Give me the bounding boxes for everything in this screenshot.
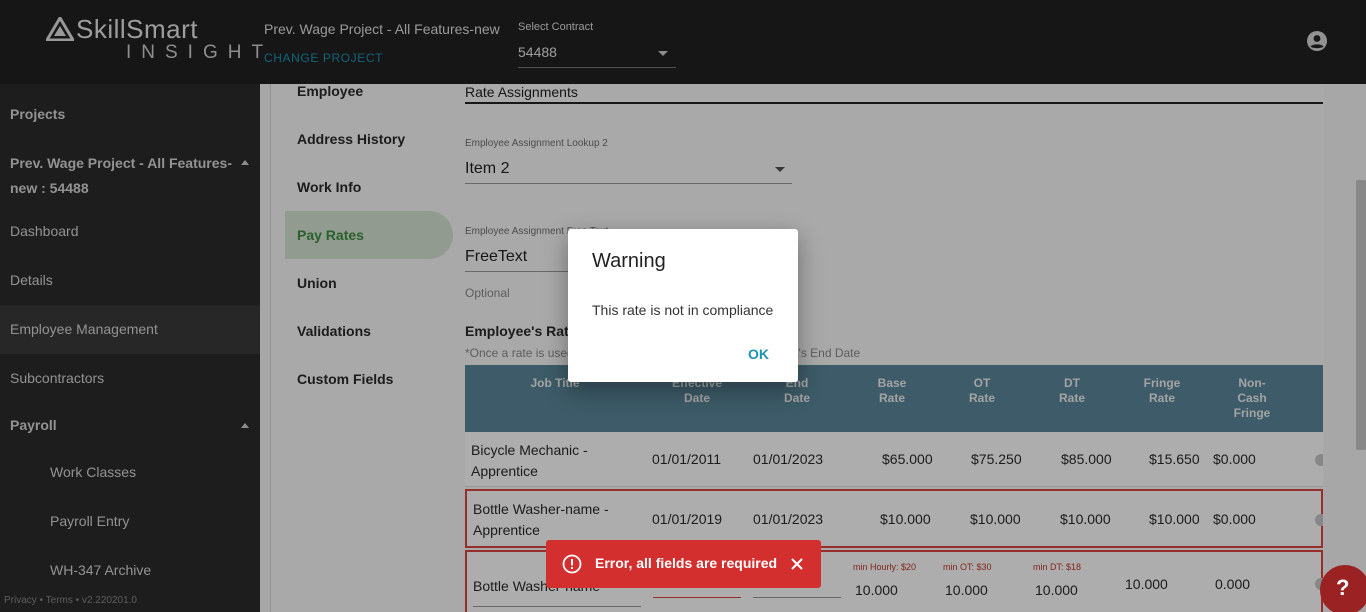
ok-button[interactable]: OK — [748, 346, 769, 362]
help-button[interactable]: ? — [1320, 565, 1366, 612]
error-snackbar: Error, all fields are required — [546, 540, 821, 588]
warning-dialog: Warning This rate is not in compliance O… — [568, 229, 798, 382]
error-icon — [562, 554, 582, 574]
help-icon: ? — [1336, 575, 1350, 600]
close-icon[interactable] — [790, 557, 804, 571]
dialog-title: Warning — [592, 250, 666, 272]
snackbar-message: Error, all fields are required — [595, 555, 778, 571]
dialog-message: This rate is not in compliance — [592, 302, 774, 318]
